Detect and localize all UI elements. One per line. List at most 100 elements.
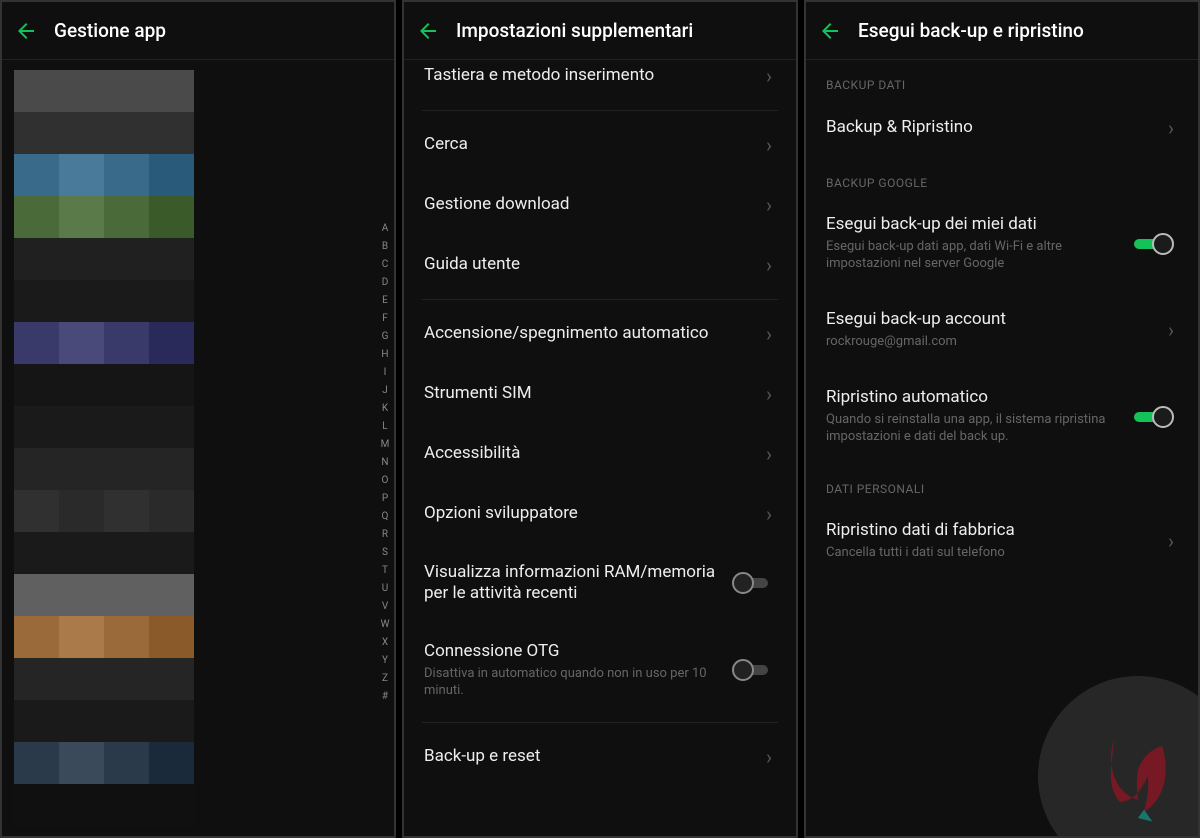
alpha-letter[interactable]: Q [378, 508, 392, 525]
toggle-switch[interactable] [1134, 231, 1180, 257]
alpha-letter[interactable]: T [378, 562, 392, 579]
pixel-row [14, 112, 194, 154]
pixel-cell [104, 280, 149, 322]
pixel-cell [104, 616, 149, 658]
alpha-letter[interactable]: Z [378, 670, 392, 687]
settings-list: BACKUP DATIBackup & Ripristino›BACKUP GO… [806, 60, 1198, 836]
alpha-letter[interactable]: E [378, 292, 392, 309]
settings-item[interactable]: Accensione/spegnimento automatico› [404, 304, 796, 364]
toggle-switch[interactable] [1134, 404, 1180, 430]
item-texts: Visualizza informazioni RAM/memoria per … [424, 562, 732, 605]
pixel-cell [59, 616, 104, 658]
settings-item[interactable]: Backup & Ripristino› [806, 98, 1198, 158]
alpha-letter[interactable]: C [378, 256, 392, 273]
settings-item[interactable]: Opzioni sviluppatore› [404, 484, 796, 544]
alpha-letter[interactable]: I [378, 364, 392, 381]
settings-item[interactable]: Visualizza informazioni RAM/memoria per … [404, 544, 796, 623]
screen-app-management: Gestione app ABCDEFGHIJKLMNOPQRSTUVWXYZ# [0, 0, 396, 838]
alpha-letter[interactable]: J [378, 382, 392, 399]
alpha-letter[interactable]: S [378, 544, 392, 561]
settings-item[interactable]: Ripristino dati di fabbricaCancella tutt… [806, 502, 1198, 580]
toggle-knob [1152, 233, 1174, 255]
item-title: Strumenti SIM [424, 383, 752, 404]
settings-item[interactable]: Connessione OTGDisattiva in automatico q… [404, 623, 796, 718]
chevron-right-icon: › [760, 133, 778, 157]
settings-item[interactable]: Gestione download› [404, 175, 796, 235]
settings-item[interactable]: Esegui back-up dei miei datiEsegui back-… [806, 196, 1198, 291]
pixel-cell [14, 112, 59, 154]
item-texts: Connessione OTGDisattiva in automatico q… [424, 641, 732, 700]
item-title: Ripristino dati di fabbrica [826, 520, 1154, 541]
toggle-switch[interactable] [732, 570, 778, 596]
alpha-letter[interactable]: O [378, 472, 392, 489]
alpha-letter[interactable]: R [378, 526, 392, 543]
settings-item[interactable]: Ripristino automaticoQuando si reinstall… [806, 369, 1198, 464]
pixel-cell [14, 238, 59, 280]
section-header: BACKUP DATI [806, 60, 1198, 98]
pixel-cell [14, 742, 59, 784]
settings-item[interactable]: Guida utente› [404, 235, 796, 295]
alpha-letter[interactable]: K [378, 400, 392, 417]
alpha-letter[interactable]: U [378, 580, 392, 597]
pixel-row [14, 280, 194, 322]
alpha-letter[interactable]: M [378, 436, 392, 453]
pixel-cell [14, 70, 59, 112]
settings-item[interactable]: Esegui back-up accountrockrouge@gmail.co… [806, 291, 1198, 369]
pixel-cell [59, 154, 104, 196]
pixel-cell [104, 700, 149, 742]
header: Gestione app [2, 2, 394, 60]
item-title: Esegui back-up account [826, 309, 1154, 330]
item-texts: Esegui back-up accountrockrouge@gmail.co… [826, 309, 1162, 351]
alpha-letter[interactable]: L [378, 418, 392, 435]
pixel-row [14, 70, 194, 112]
pixel-cell [149, 616, 194, 658]
chevron-right-icon: › [760, 193, 778, 217]
back-button[interactable] [414, 17, 442, 45]
alpha-letter[interactable]: A [378, 220, 392, 237]
alpha-letter[interactable]: B [378, 238, 392, 255]
toggle-switch[interactable] [732, 657, 778, 683]
alpha-letter[interactable]: X [378, 634, 392, 651]
pixel-cell [104, 364, 149, 406]
pixel-cell [14, 658, 59, 700]
chevron-right-icon: › [760, 64, 778, 88]
alpha-letter[interactable]: N [378, 454, 392, 471]
pixel-cell [104, 196, 149, 238]
pixel-cell [149, 742, 194, 784]
pixel-cell [14, 280, 59, 322]
pixel-cell [149, 490, 194, 532]
pixel-cell [59, 280, 104, 322]
item-title: Accensione/spegnimento automatico [424, 323, 752, 344]
settings-item[interactable]: Strumenti SIM› [404, 364, 796, 424]
settings-item[interactable]: Tastiera e metodo inserimento› [404, 60, 796, 106]
pixel-cell [59, 196, 104, 238]
settings-item[interactable]: Accessibilità› [404, 424, 796, 484]
pixel-cell [59, 784, 104, 826]
back-button[interactable] [816, 17, 844, 45]
alpha-letter[interactable]: G [378, 328, 392, 345]
alpha-index[interactable]: ABCDEFGHIJKLMNOPQRSTUVWXYZ# [378, 220, 392, 705]
alpha-letter[interactable]: W [378, 616, 392, 633]
pixel-cell [104, 238, 149, 280]
pixel-cell [104, 154, 149, 196]
pixel-cell [14, 616, 59, 658]
alpha-letter[interactable]: F [378, 310, 392, 327]
alpha-letter[interactable]: D [378, 274, 392, 291]
settings-item[interactable]: Back-up e reset› [404, 727, 796, 787]
settings-item[interactable]: Cerca› [404, 115, 796, 175]
pixel-cell [59, 574, 104, 616]
item-title: Accessibilità [424, 443, 752, 464]
pixel-cell [59, 406, 104, 448]
alpha-letter[interactable]: Y [378, 652, 392, 669]
pixel-row [14, 322, 194, 364]
alpha-letter[interactable]: V [378, 598, 392, 615]
pixel-cell [104, 490, 149, 532]
alpha-letter[interactable]: H [378, 346, 392, 363]
alpha-letter[interactable]: P [378, 490, 392, 507]
pixel-cell [59, 490, 104, 532]
pixel-cell [104, 532, 149, 574]
settings-list: Tastiera e metodo inserimento› Cerca›Gest… [404, 60, 796, 836]
back-button[interactable] [12, 17, 40, 45]
alpha-letter[interactable]: # [378, 688, 392, 705]
item-texts: Guida utente [424, 254, 760, 275]
